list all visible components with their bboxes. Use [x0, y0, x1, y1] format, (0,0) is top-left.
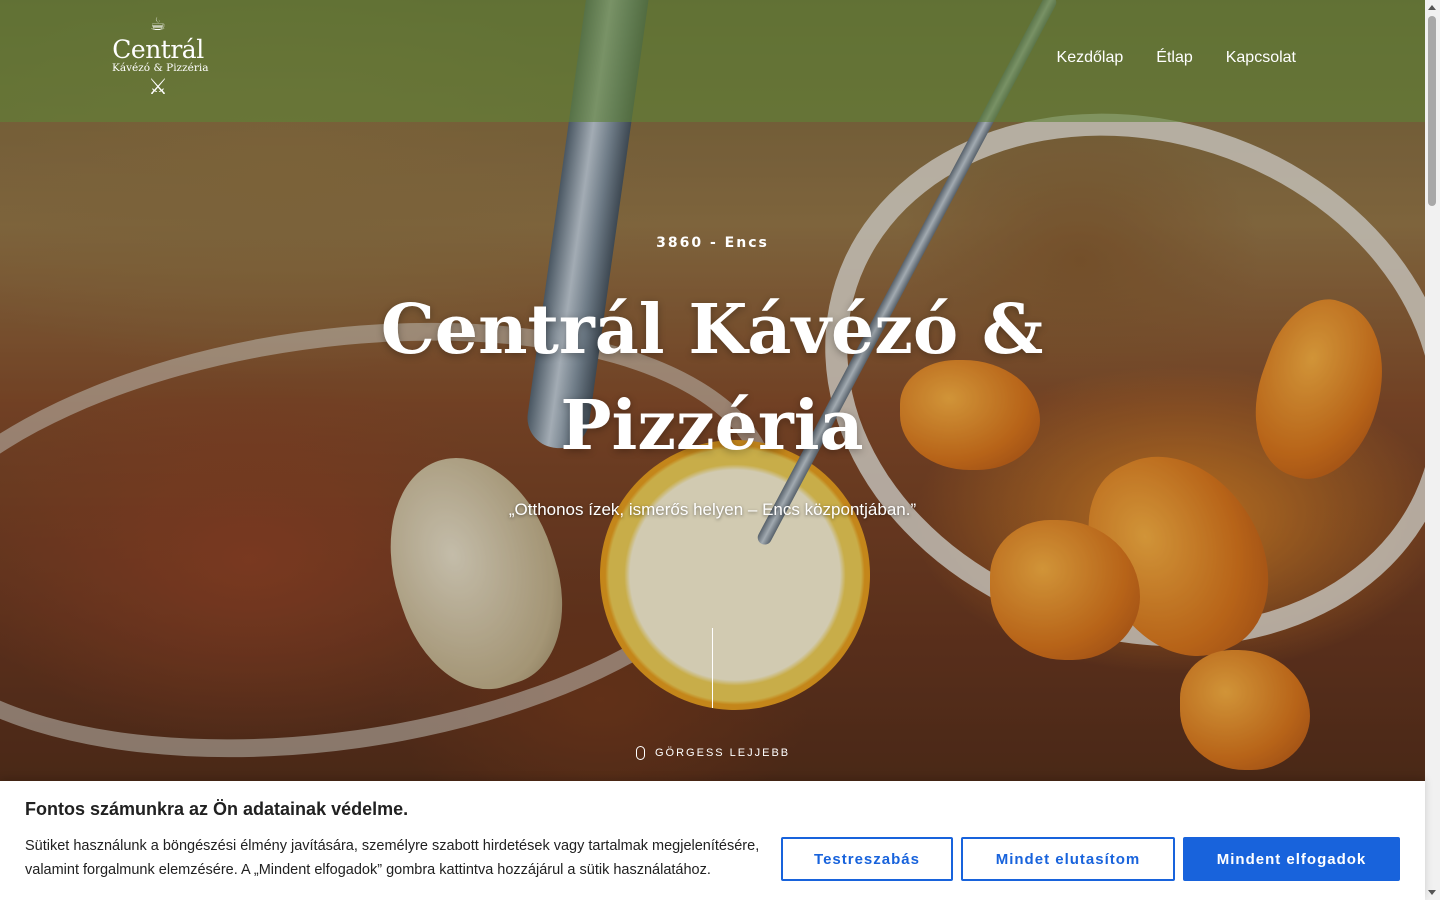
- scroll-divider: [712, 628, 713, 708]
- accept-all-button[interactable]: Mindent elfogadok: [1183, 837, 1400, 881]
- scroll-down-arrow-icon[interactable]: [1428, 890, 1436, 895]
- cookie-consent-banner: Fontos számunkra az Ön adatainak védelme…: [0, 781, 1425, 900]
- hero-location: 3860 - Encs: [656, 235, 769, 251]
- mouse-icon: [636, 746, 645, 760]
- customize-button[interactable]: Testreszabás: [781, 837, 953, 881]
- scroll-down-link[interactable]: GÖRGESS LEJJEBB: [636, 746, 790, 760]
- hero-title: Centrál Kávézó & Pizzéria: [380, 290, 1044, 466]
- cookie-description: Sütiket használunk a böngészési élmény j…: [25, 838, 760, 878]
- scroll-hint-label: GÖRGESS LEJJEBB: [655, 747, 791, 759]
- hero-tagline: „Otthonos ízek, ismerős helyen – Encs kö…: [508, 500, 917, 519]
- cookie-title: Fontos számunkra az Ön adatainak védelme…: [25, 799, 409, 819]
- hero-content: 3860 - Encs Centrál Kávézó & Pizzéria „O…: [0, 0, 1425, 900]
- page-scrollbar[interactable]: [1425, 0, 1440, 900]
- reject-all-button[interactable]: Mindet elutasítom: [961, 837, 1175, 881]
- scrollbar-thumb[interactable]: [1428, 16, 1436, 206]
- scroll-up-arrow-icon[interactable]: [1428, 5, 1436, 10]
